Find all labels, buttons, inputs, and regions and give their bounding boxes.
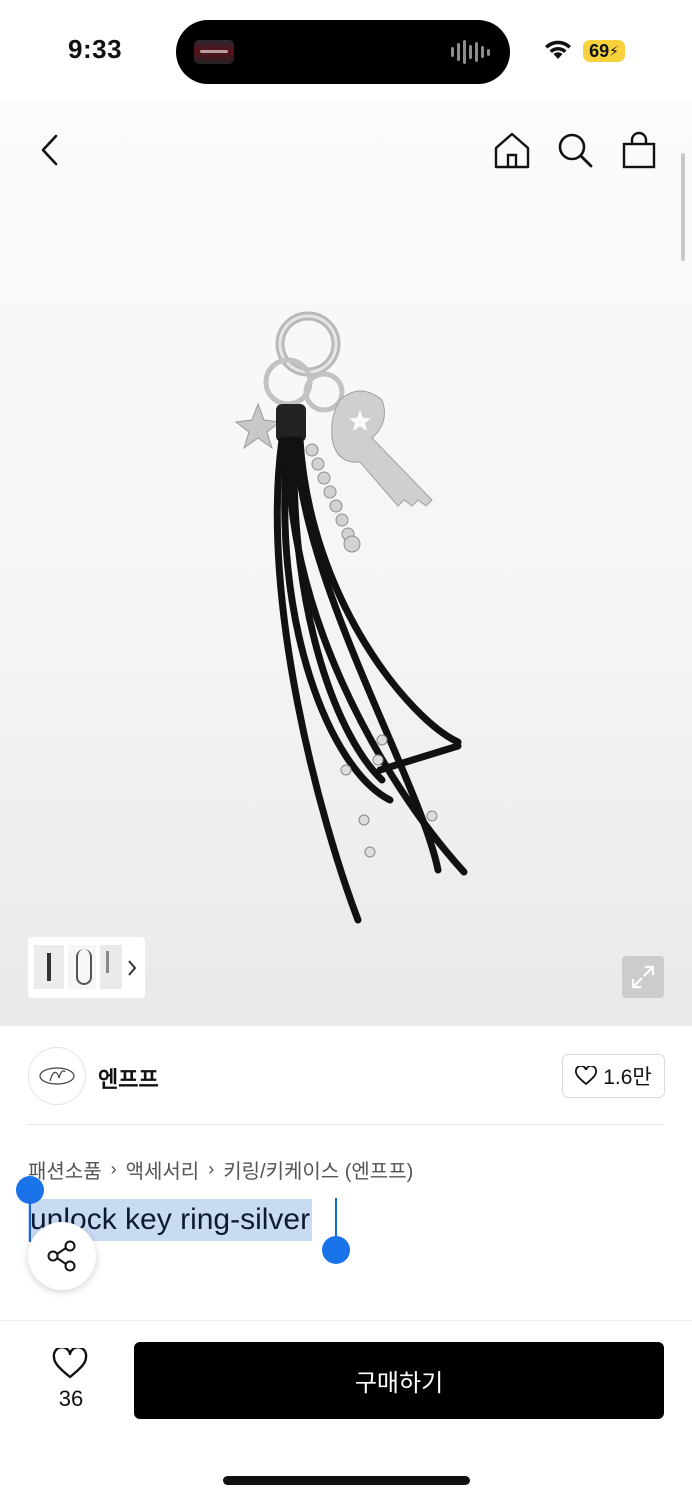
thumbnail-3[interactable] xyxy=(100,945,122,989)
battery-charging-icon: 69 ⚡ xyxy=(583,40,625,62)
brand-name[interactable]: 엔프프 xyxy=(98,1062,159,1094)
brand-logo[interactable] xyxy=(28,1047,86,1105)
back-icon xyxy=(41,134,58,166)
thumbnail-1[interactable] xyxy=(34,945,64,989)
expand-icon xyxy=(631,965,655,989)
home-button[interactable] xyxy=(490,128,534,172)
brand-emblem-icon xyxy=(39,1067,75,1085)
chevron-right-icon: › xyxy=(208,1159,215,1179)
like-button[interactable] xyxy=(48,1344,92,1384)
back-button[interactable] xyxy=(28,128,72,172)
home-indicator[interactable] xyxy=(223,1476,470,1485)
cart-button[interactable] xyxy=(617,128,661,172)
search-icon xyxy=(558,133,593,168)
wifi-icon xyxy=(545,40,571,59)
share-icon xyxy=(47,1240,76,1272)
dynamic-island xyxy=(176,20,510,84)
home-icon xyxy=(494,132,530,169)
image-thumbnail-strip[interactable] xyxy=(28,937,145,998)
bag-icon xyxy=(622,131,656,169)
share-button[interactable] xyxy=(28,1222,96,1290)
keyring-product-photo xyxy=(234,311,468,924)
heart-icon xyxy=(575,1066,598,1086)
breadcrumb-item[interactable]: 키링/키케이스 (엔프프) xyxy=(223,1155,413,1184)
now-playing-thumbnail xyxy=(194,40,234,64)
search-button[interactable] xyxy=(553,128,597,172)
chevron-right-icon: › xyxy=(110,1159,117,1179)
selection-end-handle[interactable] xyxy=(320,1198,354,1268)
buy-button[interactable]: 구매하기 xyxy=(134,1342,664,1419)
brand-favorite-count: 1.6만 xyxy=(603,1066,652,1089)
fullscreen-button[interactable] xyxy=(622,956,664,998)
brand-favorite-button[interactable]: 1.6만 xyxy=(562,1054,665,1098)
scrollbar[interactable] xyxy=(681,153,685,261)
breadcrumb-item[interactable]: 액세서리 xyxy=(126,1155,200,1184)
thumbnail-2[interactable] xyxy=(68,945,96,989)
audio-waveform-icon xyxy=(451,40,490,64)
divider xyxy=(28,1124,664,1125)
battery-level: 69 xyxy=(589,40,610,61)
like-count: 36 xyxy=(58,1386,84,1411)
breadcrumb: 패션소품 › 액세서리 › 키링/키케이스 (엔프프) xyxy=(28,1155,413,1184)
status-time: 9:33 xyxy=(68,34,123,64)
chevron-right-icon xyxy=(128,960,137,976)
heart-icon xyxy=(52,1348,88,1379)
